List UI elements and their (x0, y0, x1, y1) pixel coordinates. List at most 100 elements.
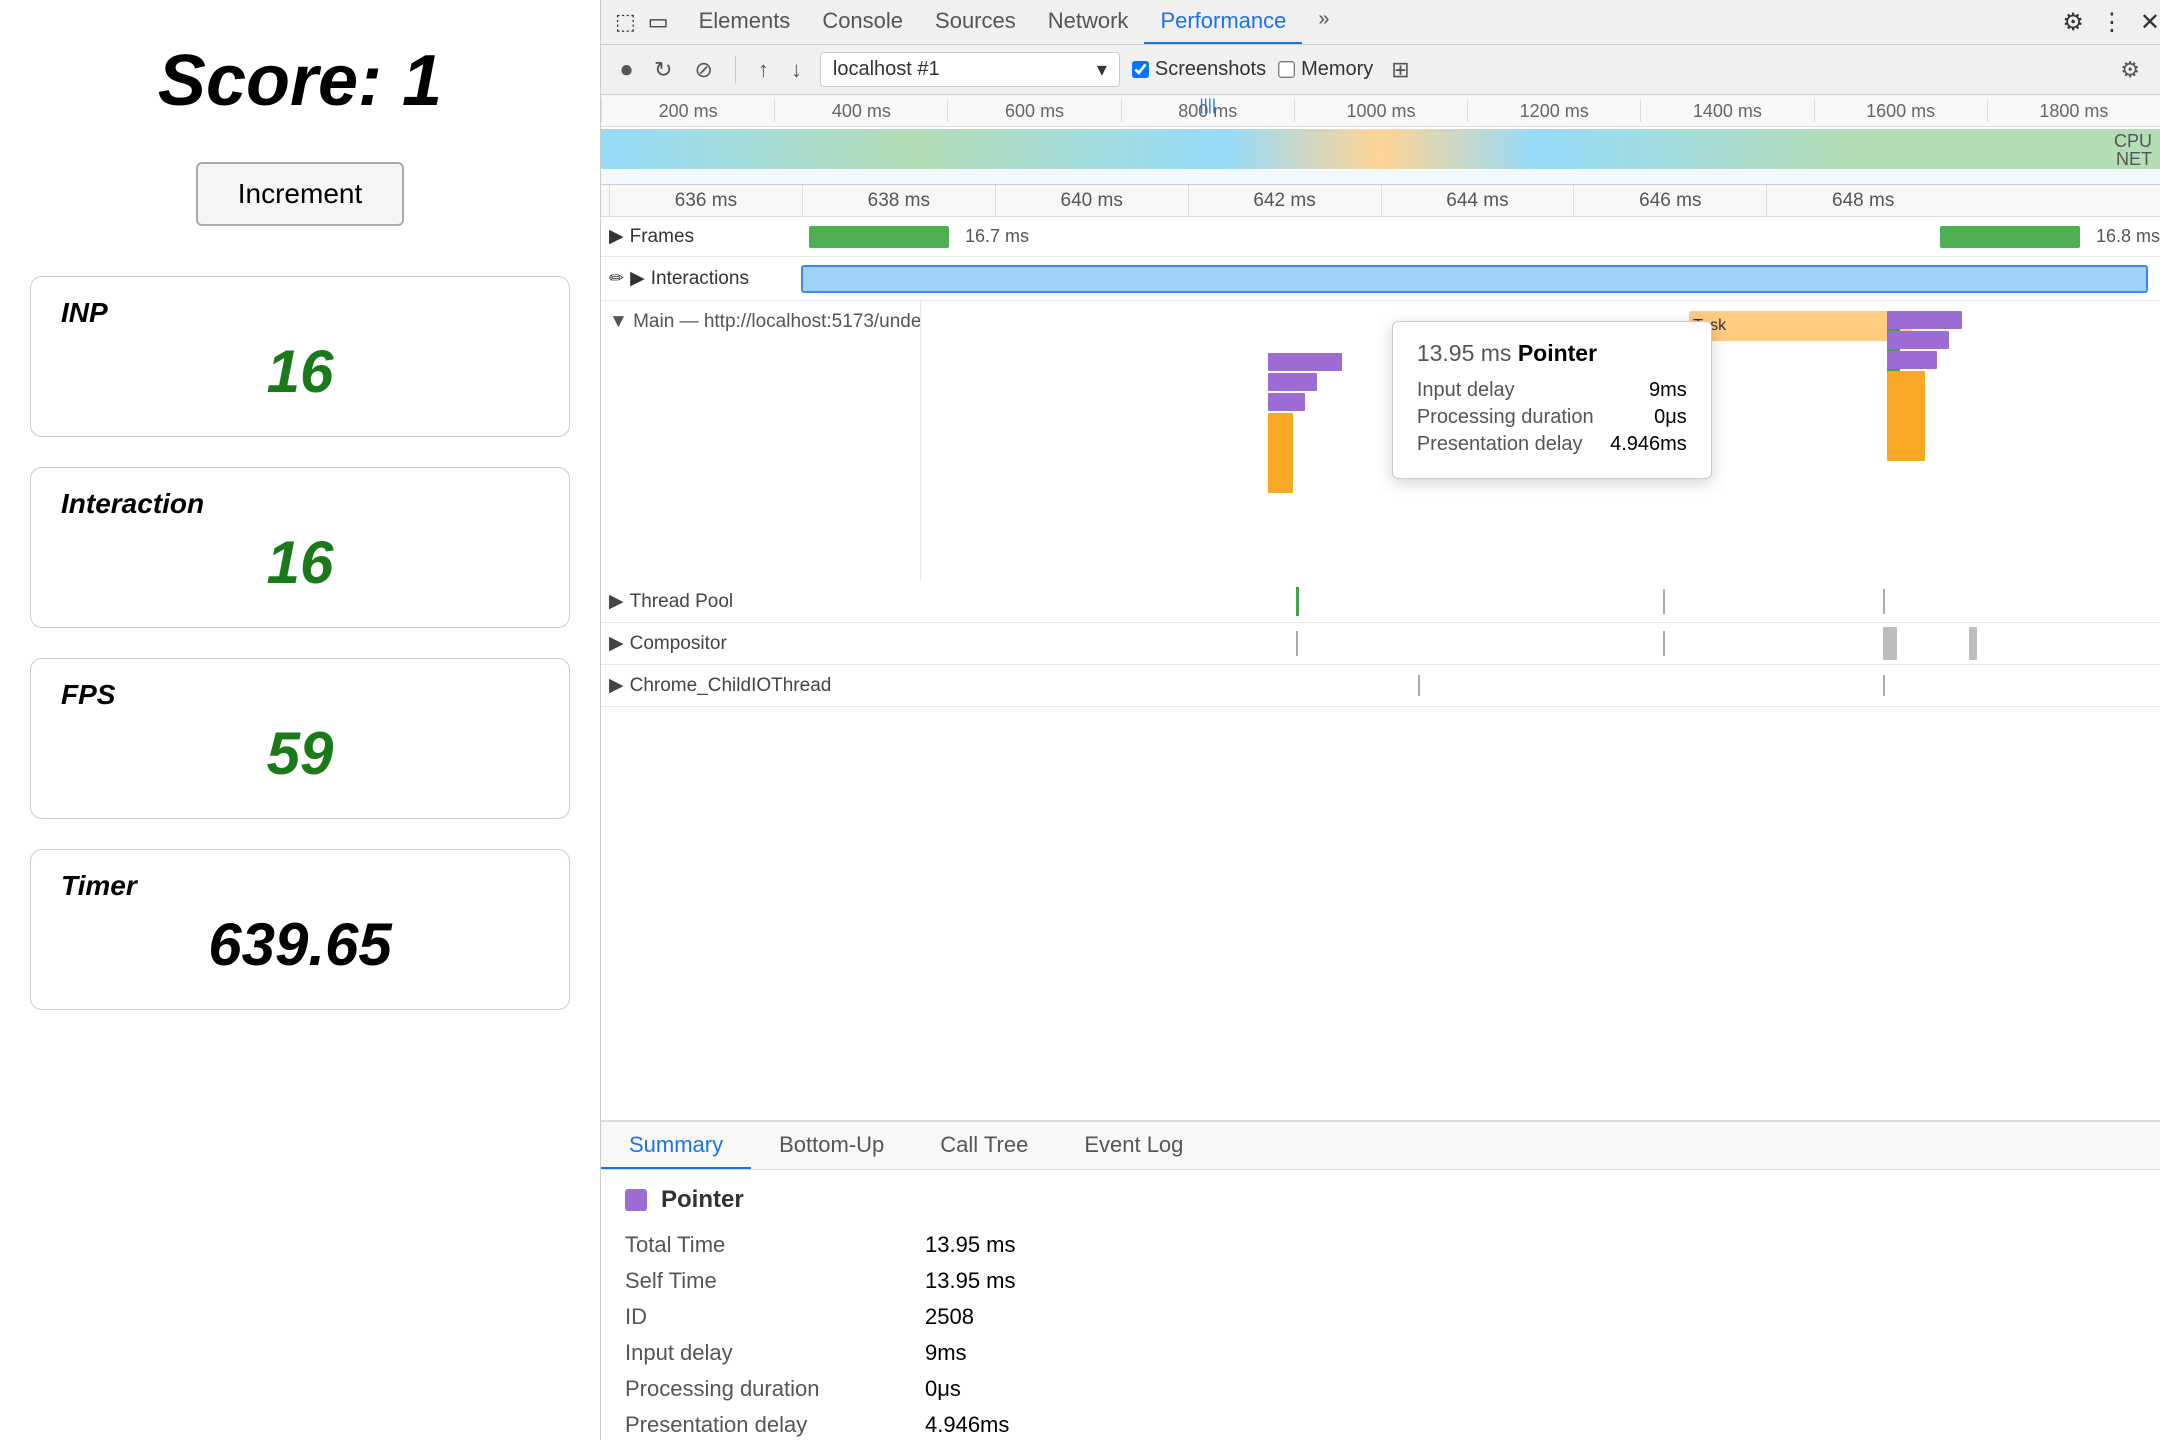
tooltip-presentation: Presentation delay 4.946ms (1417, 433, 1687, 456)
increment-button[interactable]: Increment (196, 162, 405, 226)
tick-1000: 1000 ms (1294, 99, 1467, 122)
download-button[interactable]: ↓ (787, 53, 806, 87)
thread-pool-tick-3 (1883, 589, 1885, 614)
child-io-tick-2 (1883, 675, 1885, 696)
summary-type-label: Pointer (661, 1186, 744, 1214)
summary-total-time: Total Time 13.95 ms (625, 1232, 2136, 1258)
flame-purple-6 (1887, 351, 1937, 369)
self-time-val: 13.95 ms (925, 1268, 1016, 1294)
compositor-expand-icon[interactable]: ▶ (609, 632, 624, 655)
detail-638: 638 ms (802, 185, 995, 216)
main-thread-timeline[interactable]: Task 13.95 ms Pointer (921, 301, 2160, 561)
flame-purple-4 (1887, 311, 1961, 329)
timeline-ruler: 200 ms 400 ms 600 ms |||| 800 ms 1000 ms… (601, 95, 2160, 127)
detail-642: 642 ms (1188, 185, 1381, 216)
interactions-expand-icon[interactable]: ▶ (630, 267, 645, 290)
child-io-expand-icon[interactable]: ▶ (609, 674, 624, 697)
frames-expand-icon[interactable]: ▶ (609, 225, 624, 248)
tick-400: 400 ms (774, 99, 947, 122)
tab-bottom-up[interactable]: Bottom-Up (751, 1122, 912, 1169)
perf-settings-button[interactable]: ⚙ (2116, 53, 2144, 87)
toolbar-separator (735, 56, 736, 84)
tab-network[interactable]: Network (1032, 0, 1145, 44)
url-text: localhost #1 (833, 58, 940, 81)
close-icon[interactable]: ✕ (2140, 8, 2160, 37)
settings-icon[interactable]: ⚙ (2062, 8, 2084, 37)
tooltip-input-delay-key: Input delay (1417, 379, 1515, 402)
tab-console[interactable]: Console (806, 0, 919, 44)
tab-summary[interactable]: Summary (601, 1122, 751, 1169)
total-time-key: Total Time (625, 1232, 905, 1258)
timeline-overview[interactable]: 200 ms 400 ms 600 ms |||| 800 ms 1000 ms… (601, 95, 2160, 185)
tab-performance[interactable]: Performance (1144, 0, 1302, 44)
thread-pool-content (929, 581, 2152, 622)
interactions-label: ✏ ▶ Interactions (609, 267, 789, 290)
reload-button[interactable]: ↻ (650, 53, 676, 87)
flame-purple-1 (1268, 353, 1342, 371)
url-select[interactable]: localhost #1 ▾ (820, 52, 1120, 87)
interaction-card: Interaction 16 (30, 467, 570, 628)
tab-event-log[interactable]: Event Log (1056, 1122, 1211, 1169)
self-time-key: Self Time (625, 1268, 905, 1294)
url-dropdown-icon[interactable]: ▾ (1097, 57, 1107, 82)
interactions-row[interactable]: ✏ ▶ Interactions (601, 257, 2160, 301)
tab-elements[interactable]: Elements (683, 0, 807, 44)
clear-button[interactable]: ⊘ (690, 53, 716, 87)
capture-settings-button[interactable]: ⊞ (1387, 53, 1413, 87)
thread-pool-row: ▶ Thread Pool (601, 581, 2160, 623)
detail-648: 648 ms (1766, 185, 1959, 216)
net-bar (601, 171, 2160, 185)
upload-button[interactable]: ↑ (754, 53, 773, 87)
record-button[interactable]: ⏺ (617, 53, 636, 87)
detail-646: 646 ms (1573, 185, 1766, 216)
summary-processing-key: Processing duration (625, 1376, 905, 1402)
thread-pool-label[interactable]: ▶ Thread Pool (609, 590, 929, 613)
screenshots-checkbox[interactable] (1132, 61, 1149, 78)
frames-row: ▶ Frames 16.7 ms 16.8 ms (601, 217, 2160, 257)
timeline-main: 636 ms 638 ms 640 ms 642 ms 644 ms 646 m… (601, 185, 2160, 1120)
tab-sources[interactable]: Sources (919, 0, 1032, 44)
tooltip-processing-key: Processing duration (1417, 406, 1594, 429)
main-thread-label: ▼ Main — http://localhost:5173/understan… (601, 301, 921, 581)
thread-pool-expand-icon[interactable]: ▶ (609, 590, 624, 613)
summary-self-time: Self Time 13.95 ms (625, 1268, 2136, 1294)
summary-presentation-val: 4.946ms (925, 1412, 1009, 1438)
timer-card: Timer 639.65 (30, 849, 570, 1010)
edit-icon: ✏ (609, 268, 624, 289)
tick-1600: 1600 ms (1814, 99, 1987, 122)
tab-more[interactable]: » (1302, 0, 1345, 44)
child-io-content (929, 665, 2152, 706)
flame-yellow-2 (1887, 371, 1924, 461)
interactions-content (789, 265, 2160, 293)
interaction-value: 16 (61, 528, 539, 597)
devtools-panel: ⬚ ▭ Elements Console Sources Network Per… (600, 0, 2160, 1440)
cpu-bar (601, 129, 2160, 169)
net-label: NET (2116, 149, 2152, 170)
compositor-block-2 (1969, 627, 1977, 660)
tooltip-input-delay-val: 9ms (1649, 379, 1687, 402)
tooltip-processing: Processing duration 0μs (1417, 406, 1687, 429)
memory-checkbox[interactable] (1278, 61, 1295, 78)
summary-input-delay-key: Input delay (625, 1340, 905, 1366)
more-icon[interactable]: ⋮ (2100, 8, 2124, 37)
flame-purple-2 (1268, 373, 1318, 391)
interaction-bar-selected[interactable] (801, 265, 2148, 293)
tab-call-tree[interactable]: Call Tree (912, 1122, 1056, 1169)
frame-bar-1 (809, 226, 949, 248)
frame-time-1: 16.7 ms (965, 226, 1029, 247)
screenshots-toggle: Screenshots (1134, 58, 1266, 81)
summary-presentation-key: Presentation delay (625, 1412, 905, 1438)
compositor-tick-2 (1663, 631, 1665, 656)
compositor-label[interactable]: ▶ Compositor (609, 632, 929, 655)
fps-card: FPS 59 (30, 658, 570, 819)
frames-content: 16.7 ms 16.8 ms (789, 226, 2160, 248)
inspect-icon[interactable]: ⬚ (615, 9, 636, 35)
tick-1400: 1400 ms (1640, 99, 1813, 122)
left-panel: Score: 1 Increment INP 16 Interaction 16… (0, 0, 600, 1440)
tick-600: 600 ms (947, 99, 1120, 122)
summary-presentation-delay: Presentation delay 4.946ms (625, 1412, 2136, 1438)
child-io-label[interactable]: ▶ Chrome_ChildIOThread (609, 674, 929, 697)
compositor-block (1883, 627, 1897, 660)
bottom-tabs: Summary Bottom-Up Call Tree Event Log (601, 1122, 2160, 1170)
device-icon[interactable]: ▭ (648, 9, 669, 35)
